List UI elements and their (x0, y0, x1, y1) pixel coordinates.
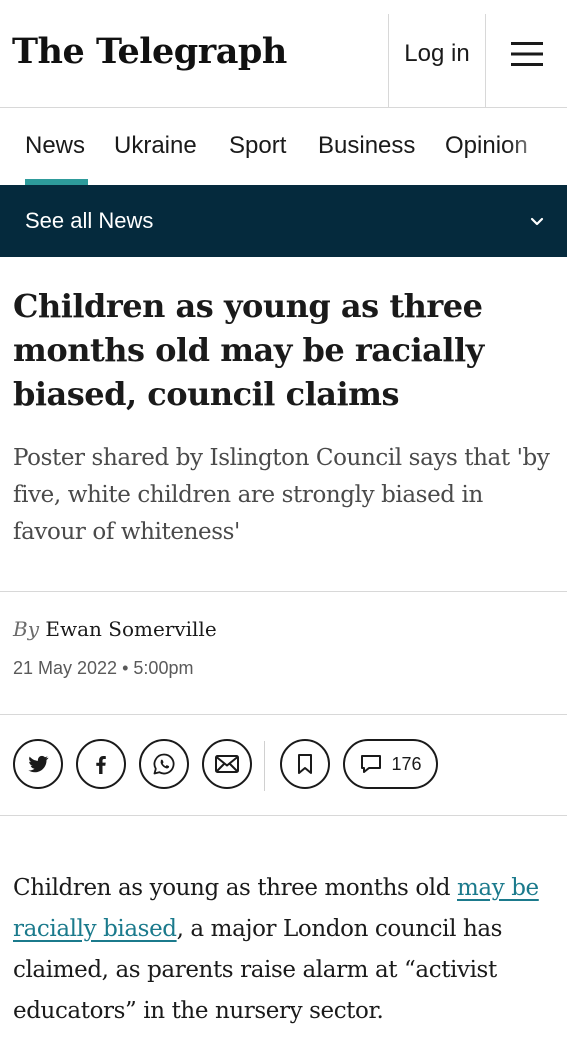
nav-fade (507, 108, 567, 185)
menu-button[interactable] (486, 0, 567, 108)
share-whatsapp-button[interactable] (139, 739, 189, 789)
nav-item-business[interactable]: Business (318, 132, 415, 160)
nav-item-ukraine[interactable]: Ukraine (114, 132, 197, 160)
share-twitter-button[interactable] (13, 739, 63, 789)
site-header: The Telegraph Log in (0, 0, 567, 108)
divider (0, 714, 567, 715)
share-email-button[interactable] (202, 739, 252, 789)
section-nav: News Ukraine Sport Business Opinion (0, 108, 567, 185)
nav-item-news[interactable]: News (25, 132, 85, 160)
bookmark-button[interactable] (280, 739, 330, 789)
time-text: 5:00pm (133, 658, 194, 678)
comment-icon (361, 755, 382, 773)
facebook-icon (96, 756, 106, 774)
share-separator (264, 741, 265, 791)
article-body-paragraph: Children as young as three months old ma… (13, 868, 558, 1032)
body-text-start: Children as young as three months old (13, 875, 457, 901)
date-text: 21 May 2022 (13, 658, 118, 678)
email-icon (215, 755, 239, 773)
see-all-news-label: See all News (25, 208, 154, 233)
publish-date: 21 May 2022 • 5:00pm (13, 658, 193, 679)
date-separator: • (122, 658, 129, 678)
chevron-down-icon (530, 217, 544, 226)
hamburger-menu-icon (510, 42, 543, 66)
whatsapp-icon (153, 753, 175, 775)
nav-item-sport[interactable]: Sport (229, 132, 286, 160)
see-all-news-bar[interactable]: See all News (0, 185, 567, 257)
bookmark-icon (298, 754, 312, 774)
comment-count: 176 (391, 753, 422, 774)
share-facebook-button[interactable] (76, 739, 126, 789)
divider (0, 591, 567, 592)
byline: By Ewan Somerville (13, 617, 217, 641)
author-name[interactable]: Ewan Somerville (45, 617, 216, 641)
login-button[interactable]: Log in (389, 0, 485, 108)
divider (0, 815, 567, 816)
byline-prefix: By (13, 617, 39, 641)
telegraph-logo[interactable]: The Telegraph (12, 34, 287, 69)
article-standfirst: Poster shared by Islington Council says … (13, 445, 550, 545)
twitter-icon (28, 755, 49, 773)
article-headline: Children as young as three months old ma… (13, 287, 484, 413)
comments-button[interactable]: 176 (343, 739, 438, 789)
